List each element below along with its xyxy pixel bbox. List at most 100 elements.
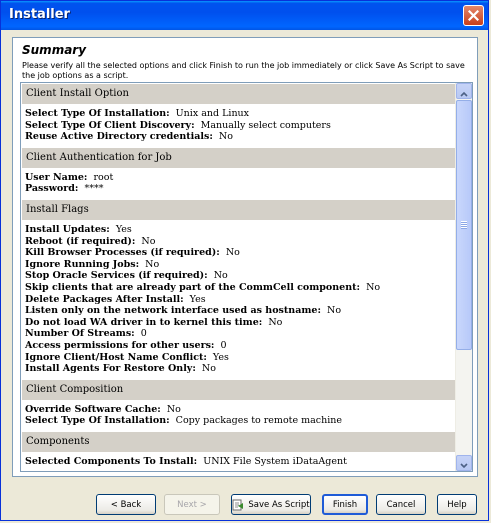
section-items: Install Updates: Yes Reboot (if required)… — [21, 220, 457, 377]
option-value: No — [268, 316, 283, 328]
option-value: No — [366, 281, 381, 293]
option-value: Yes — [115, 223, 132, 235]
option-label: Number Of Streams: — [25, 328, 135, 340]
option-value: No — [213, 270, 228, 282]
section-items: Selected Components To Install: UNIX Fil… — [21, 452, 457, 470]
option-row: Delete Packages After Install: Yes — [25, 294, 457, 306]
installer-window: Installer Summary Please verify all the … — [0, 0, 489, 521]
option-label: Stop Oracle Services (if required): — [25, 270, 208, 282]
option-label: Password: — [25, 183, 79, 195]
option-row: Select Type Of Installation: Unix and Li… — [25, 108, 457, 120]
option-label: User Name: — [25, 171, 88, 183]
scroll-up-button[interactable] — [456, 83, 472, 99]
option-label: Install Updates: — [25, 223, 110, 235]
option-label: Select Type Of Installation: — [25, 415, 170, 427]
chevron-down-icon — [460, 454, 468, 472]
section-header: Client Install Option — [22, 84, 456, 104]
option-row: Override Software Cache: No — [25, 404, 457, 416]
option-value: Yes — [189, 293, 206, 305]
option-value: Manually select computers — [200, 119, 331, 131]
section-header: Client Authentication for Job — [22, 147, 456, 168]
cancel-button[interactable]: Cancel — [376, 494, 426, 515]
option-value: UNIX File System iDataAgent — [203, 455, 347, 467]
option-row: Ignore Client/Host Name Conflict: Yes — [25, 352, 457, 364]
close-icon — [468, 10, 479, 21]
help-button-label: Help — [447, 499, 467, 510]
option-label: Delete Packages After Install: — [25, 293, 184, 305]
option-label: Skip clients that are already part of th… — [25, 281, 361, 293]
help-button[interactable]: Help — [437, 494, 477, 515]
option-label: Selected Components To Install: — [25, 455, 198, 467]
option-label: Kill Browser Processes (if required): — [25, 247, 220, 259]
scroll-thumb[interactable] — [456, 100, 472, 350]
next-button-label: Next > — [177, 499, 207, 510]
section-header: Client Composition — [22, 379, 456, 400]
option-value: 0 — [140, 328, 147, 340]
option-label: Select Type Of Client Discovery: — [25, 119, 195, 131]
option-row: User Name: root — [25, 172, 457, 184]
option-row: Kill Browser Processes (if required): No — [25, 247, 457, 259]
scroll-grip-icon — [461, 221, 467, 229]
section-header: Install Flags — [22, 199, 456, 220]
option-row: Do not load WA driver in to kernel this … — [25, 317, 457, 329]
option-label: Ignore Client/Host Name Conflict: — [25, 351, 207, 363]
option-value: No — [327, 305, 342, 317]
summary-instructions: Please verify all the selected options a… — [22, 61, 465, 80]
option-value: root — [93, 171, 114, 183]
option-value: No — [225, 247, 240, 259]
section-items: Override Software Cache: No Select Type O… — [21, 400, 457, 429]
cancel-button-label: Cancel — [386, 499, 416, 510]
close-button[interactable] — [463, 5, 484, 26]
option-value: Unix and Linux — [175, 108, 250, 119]
option-row: Access permissions for other users: 0 — [25, 340, 457, 352]
script-icon — [232, 499, 244, 511]
option-value: **** — [84, 183, 104, 195]
option-row: Select Type Of Installation: Copy packag… — [25, 415, 457, 427]
section-items: Select Type Of Installation: Unix and Li… — [21, 104, 457, 145]
option-row: Stop Oracle Services (if required): No — [25, 270, 457, 282]
save-as-script-button[interactable]: Save As Script — [231, 494, 311, 515]
option-value: No — [166, 403, 181, 415]
next-button[interactable]: Next > — [164, 494, 220, 515]
option-row: Install Updates: Yes — [25, 224, 457, 236]
option-label: Install Agents For Restore Only: — [25, 363, 196, 375]
title-bar[interactable]: Installer — [1, 1, 488, 30]
option-label: Select Type Of Installation: — [25, 108, 170, 119]
option-label: Reboot (if required): — [25, 235, 136, 247]
summary-title: Summary — [22, 43, 87, 57]
back-button-label: < Back — [110, 499, 142, 510]
summary-panel: Summary Please verify all the selected o… — [12, 37, 478, 477]
option-value: 0 — [220, 339, 227, 351]
finish-button[interactable]: Finish — [322, 494, 368, 515]
back-button[interactable]: < Back — [96, 494, 156, 515]
button-bar: < Back Next > Save As Script Finish Canc… — [1, 494, 490, 516]
option-value: Yes — [212, 351, 229, 363]
finish-button-label: Finish — [332, 499, 358, 510]
option-row: Listen only on the network interface use… — [25, 305, 457, 317]
option-row: Number Of Streams: 0 — [25, 328, 457, 340]
option-row: Install Agents For Restore Only: No — [25, 363, 457, 375]
option-row: Reboot (if required): No — [25, 236, 457, 248]
option-row: Reuse Active Directory credentials: No — [25, 131, 457, 143]
option-label: Reuse Active Directory credentials: — [25, 131, 213, 143]
summary-listbox[interactable]: Client Install Option Select Type Of Inst… — [20, 82, 473, 472]
section-header: Components — [22, 431, 456, 452]
option-value: No — [145, 258, 160, 270]
window-title: Installer — [9, 7, 70, 22]
chevron-up-icon — [460, 83, 468, 101]
option-value: Copy packages to remote machine — [175, 415, 343, 427]
option-label: Listen only on the network interface use… — [25, 305, 321, 317]
option-value: No — [141, 235, 156, 247]
save-as-script-label: Save As Script — [248, 499, 310, 510]
vertical-scrollbar[interactable] — [455, 83, 472, 471]
option-row: Ignore Running Jobs: No — [25, 259, 457, 271]
option-label: Override Software Cache: — [25, 403, 161, 415]
option-label: Do not load WA driver in to kernel this … — [25, 316, 263, 328]
option-value: No — [218, 131, 233, 143]
option-row: Selected Components To Install: UNIX Fil… — [25, 456, 457, 468]
option-value: No — [201, 363, 216, 375]
scroll-down-button[interactable] — [456, 455, 472, 471]
summary-content: Client Install Option Select Type Of Inst… — [21, 83, 457, 469]
option-label: Ignore Running Jobs: — [25, 258, 140, 270]
option-row: Select Type Of Client Discovery: Manuall… — [25, 120, 457, 132]
